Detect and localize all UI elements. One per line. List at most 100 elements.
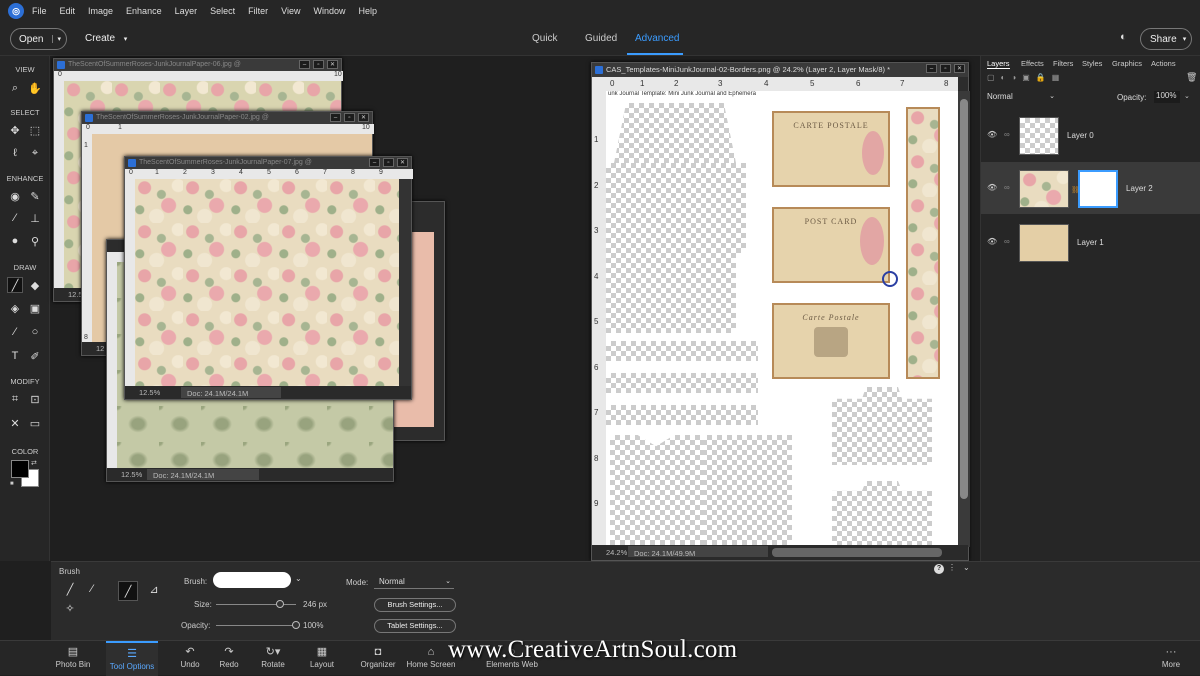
hand-icon[interactable]: ✋ bbox=[27, 80, 43, 96]
close-icon[interactable]: ✕ bbox=[397, 158, 408, 167]
blur-icon[interactable]: ● bbox=[7, 233, 23, 249]
color-replacement-icon[interactable]: ✧ bbox=[62, 600, 78, 616]
share-button[interactable]: Share ▾ bbox=[1140, 28, 1192, 50]
canvas-image[interactable] bbox=[135, 179, 399, 387]
taskbar-redo[interactable]: ↷ Redo bbox=[214, 641, 244, 676]
foreground-color-swatch[interactable] bbox=[11, 460, 29, 478]
taskbar-undo[interactable]: ↶ Undo bbox=[175, 641, 205, 676]
theme-toggle-icon[interactable]: ◐ bbox=[1120, 31, 1127, 43]
opacity-input[interactable]: 100% bbox=[1154, 91, 1180, 103]
menu-filter[interactable]: Filter bbox=[248, 6, 268, 16]
visibility-eye-icon[interactable]: 👁 bbox=[987, 237, 997, 246]
window-title[interactable]: TheScentOfSummerRoses-JunkJournalPaper-0… bbox=[54, 59, 341, 71]
tab-effects[interactable]: Effects bbox=[1021, 59, 1044, 68]
menu-layer[interactable]: Layer bbox=[175, 6, 198, 16]
menu-image[interactable]: Image bbox=[88, 6, 113, 16]
visibility-eye-icon[interactable]: 👁 bbox=[987, 130, 997, 139]
menu-help[interactable]: Help bbox=[358, 6, 377, 16]
smart-brush-icon[interactable]: ⁄ bbox=[7, 210, 23, 226]
chevron-down-icon[interactable]: ▾ bbox=[52, 35, 61, 43]
default-colors-icon[interactable]: ■ bbox=[10, 481, 14, 487]
swap-colors-icon[interactable]: ⇄ bbox=[31, 459, 37, 467]
sponge-icon[interactable]: ⚲ bbox=[27, 233, 43, 249]
brush-tool-icon[interactable]: ╱ bbox=[62, 581, 78, 597]
more-options-icon[interactable]: ⋮ bbox=[948, 563, 956, 572]
maximize-icon[interactable]: ▫ bbox=[383, 158, 394, 167]
tab-filters[interactable]: Filters bbox=[1053, 59, 1073, 68]
window-title[interactable]: TheScentOfSummerRoses-JunkJournalPaper-0… bbox=[82, 112, 372, 124]
menu-window[interactable]: Window bbox=[313, 6, 345, 16]
layer-name[interactable]: Layer 2 bbox=[1126, 184, 1153, 193]
layer-name[interactable]: Layer 0 bbox=[1067, 131, 1094, 140]
window-title[interactable]: TheScentOfSummerRoses-JunkJournalPaper-0… bbox=[125, 157, 411, 169]
visibility-eye-icon[interactable]: 👁 bbox=[987, 183, 997, 192]
brush-preview[interactable] bbox=[213, 572, 291, 588]
taskbar-more[interactable]: ··· More bbox=[1156, 641, 1186, 676]
pencil-icon[interactable]: ✐ bbox=[27, 348, 43, 364]
tab-actions[interactable]: Actions bbox=[1151, 59, 1176, 68]
layer-actions-icons[interactable]: ▢◐◑▣🔒▦ bbox=[987, 73, 1065, 82]
link-icon[interactable]: ∞ bbox=[1004, 183, 1010, 192]
blend-mode-dropdown[interactable]: Normal ⌄ bbox=[987, 92, 1055, 101]
airbrush-mode-icon[interactable]: ╱ bbox=[118, 581, 138, 601]
content-aware-move-icon[interactable]: ✕ bbox=[7, 415, 23, 431]
chevron-down-icon[interactable]: ⌄ bbox=[295, 574, 302, 583]
recompose-icon[interactable]: ⊡ bbox=[27, 391, 43, 407]
template-canvas[interactable]: unk Journal Template: Mini Junk Journal … bbox=[606, 91, 958, 547]
tab-layers[interactable]: Layers bbox=[987, 59, 1010, 69]
shape-icon[interactable]: ○ bbox=[27, 324, 43, 340]
layer-name[interactable]: Layer 1 bbox=[1077, 238, 1104, 247]
menu-view[interactable]: View bbox=[281, 6, 300, 16]
size-slider[interactable] bbox=[216, 604, 296, 605]
close-icon[interactable]: ✕ bbox=[954, 64, 965, 73]
tab-quick[interactable]: Quick bbox=[532, 33, 558, 44]
type-icon[interactable]: T bbox=[7, 348, 23, 364]
maximize-icon[interactable]: ▫ bbox=[313, 60, 324, 69]
taskbar-rotate[interactable]: ↻▾ Rotate bbox=[256, 641, 290, 676]
layer-row-2[interactable]: 👁 ∞ ⛓ Layer 2 bbox=[981, 162, 1200, 214]
tab-advanced[interactable]: Advanced bbox=[635, 33, 679, 44]
help-icon[interactable]: ? bbox=[934, 564, 944, 574]
close-icon[interactable]: ✕ bbox=[358, 113, 369, 122]
vertical-scrollbar[interactable] bbox=[399, 179, 411, 387]
lasso-icon[interactable]: ℓ bbox=[7, 145, 23, 161]
open-button[interactable]: Open ▾ bbox=[10, 28, 67, 50]
opacity-slider[interactable] bbox=[216, 625, 296, 626]
maximize-icon[interactable]: ▫ bbox=[940, 64, 951, 73]
collapse-icon[interactable]: ⌄ bbox=[963, 563, 970, 572]
link-icon[interactable]: ∞ bbox=[1004, 130, 1010, 139]
mode-dropdown[interactable]: Normal ⌄ bbox=[374, 575, 454, 589]
scrollbar-thumb[interactable] bbox=[960, 99, 968, 499]
document-window-template[interactable]: CAS_Templates-MiniJunkJournal-02-Borders… bbox=[591, 62, 970, 561]
quick-selection-icon[interactable]: ⌖ bbox=[27, 145, 43, 161]
layer-row-1[interactable]: 👁 ∞ Layer 1 bbox=[981, 216, 1200, 268]
gradient-icon[interactable]: ▣ bbox=[27, 300, 43, 316]
tablet-settings-button[interactable]: Tablet Settings... bbox=[374, 619, 456, 633]
opacity-slider-knob[interactable] bbox=[292, 621, 300, 629]
straighten-icon[interactable]: ▭ bbox=[27, 415, 43, 431]
crop-icon[interactable]: ⌗ bbox=[7, 391, 23, 407]
tablet-pressure-icon[interactable]: ⊿ bbox=[146, 581, 162, 597]
menu-select[interactable]: Select bbox=[210, 6, 235, 16]
minimize-icon[interactable]: – bbox=[299, 60, 310, 69]
layer-mask-thumbnail[interactable] bbox=[1078, 170, 1118, 208]
brush-settings-button[interactable]: Brush Settings... bbox=[374, 598, 456, 612]
tab-graphics[interactable]: Graphics bbox=[1112, 59, 1142, 68]
close-icon[interactable]: ✕ bbox=[327, 60, 338, 69]
move-icon[interactable]: ✥ bbox=[7, 122, 23, 138]
minimize-icon[interactable]: – bbox=[330, 113, 341, 122]
maximize-icon[interactable]: ▫ bbox=[344, 113, 355, 122]
taskbar-tool-options[interactable]: ☰ Tool Options bbox=[106, 641, 158, 676]
vertical-scrollbar[interactable] bbox=[958, 91, 970, 547]
spot-healing-icon[interactable]: ✎ bbox=[27, 188, 43, 204]
tab-guided[interactable]: Guided bbox=[585, 33, 617, 44]
paint-bucket-icon[interactable]: ◈ bbox=[7, 300, 23, 316]
taskbar-photo-bin[interactable]: ▤ Photo Bin bbox=[52, 641, 94, 676]
brush-icon[interactable]: ╱ bbox=[7, 277, 23, 293]
horizontal-scrollbar[interactable] bbox=[772, 548, 942, 557]
eyedropper-icon[interactable]: ⁄ bbox=[7, 324, 23, 340]
clone-stamp-icon[interactable]: ⊥ bbox=[27, 210, 43, 226]
window-title[interactable]: CAS_Templates-MiniJunkJournal-02-Borders… bbox=[592, 63, 968, 77]
eraser-icon[interactable]: ◆ bbox=[27, 277, 43, 293]
size-slider-knob[interactable] bbox=[276, 600, 284, 608]
